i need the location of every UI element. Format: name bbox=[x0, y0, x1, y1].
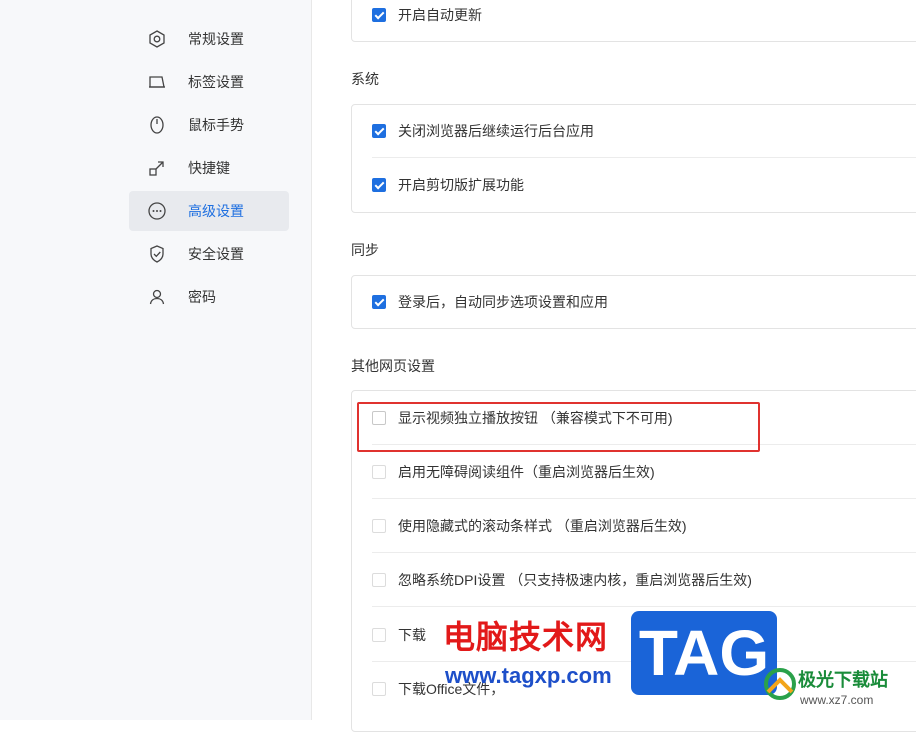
sidebar-item-mouse-gestures[interactable]: 鼠标手势 bbox=[129, 105, 289, 145]
watermark-site-name: 电脑技术网 bbox=[443, 618, 609, 656]
sidebar-item-shortcuts[interactable]: 快捷键 bbox=[129, 148, 289, 188]
sidebar-item-label: 高级设置 bbox=[188, 203, 244, 219]
list-item[interactable]: 使用隐藏式的滚动条样式 （重启浏览器后生效) bbox=[352, 500, 916, 554]
settings-content: 开启自动更新 系统 关闭浏览器后继续运行后台应用 开启剪切版扩展功能 同步 登录… bbox=[311, 0, 916, 732]
auto-update-label: 开启自动更新 bbox=[398, 7, 482, 23]
watermark-xz-url: www.xz7.com bbox=[800, 693, 874, 707]
list-item[interactable]: 开启剪切版扩展功能 bbox=[352, 159, 916, 213]
auto-update-row[interactable]: 开启自动更新 bbox=[352, 0, 916, 43]
list-item[interactable]: 忽略系统DPI设置 （只支持极速内核，重启浏览器后生效) bbox=[352, 554, 916, 608]
ignore-dpi-checkbox[interactable] bbox=[372, 573, 386, 587]
sidebar-item-label: 安全设置 bbox=[188, 246, 244, 262]
divider bbox=[372, 552, 916, 553]
sidebar-item-tabs[interactable]: 标签设置 bbox=[129, 62, 289, 102]
highlight-box bbox=[357, 402, 760, 452]
list-item[interactable]: 登录后，自动同步选项设置和应用 bbox=[352, 276, 916, 330]
shield-check-icon bbox=[147, 244, 167, 264]
sidebar-item-label: 标签设置 bbox=[188, 74, 244, 90]
hidden-scrollbar-label: 使用隐藏式的滚动条样式 （重启浏览器后生效) bbox=[398, 518, 687, 534]
list-item[interactable]: 关闭浏览器后继续运行后台应用 bbox=[352, 105, 916, 159]
download-open-label: 下载 bbox=[398, 627, 426, 643]
system-card: 关闭浏览器后继续运行后台应用 开启剪切版扩展功能 bbox=[351, 104, 916, 213]
section-title-system: 系统 bbox=[351, 71, 379, 87]
sync-card: 登录后，自动同步选项设置和应用 bbox=[351, 275, 916, 329]
section-title-sync: 同步 bbox=[351, 242, 379, 258]
list-item[interactable]: 启用无障碍阅读组件（重启浏览器后生效) bbox=[352, 446, 916, 500]
hidden-scrollbar-checkbox[interactable] bbox=[372, 519, 386, 533]
divider bbox=[372, 606, 916, 607]
sidebar-item-passwords[interactable]: 密码 bbox=[129, 277, 289, 317]
tab-icon bbox=[147, 72, 167, 92]
watermark-site-url: www.tagxp.com bbox=[445, 663, 612, 688]
clipboard-extension-checkbox[interactable] bbox=[372, 178, 386, 192]
sidebar-item-label: 快捷键 bbox=[188, 160, 230, 176]
background-apps-checkbox[interactable] bbox=[372, 124, 386, 138]
sidebar-item-security[interactable]: 安全设置 bbox=[129, 234, 289, 274]
download-office-checkbox[interactable] bbox=[372, 682, 386, 696]
sidebar-item-advanced[interactable]: 高级设置 bbox=[129, 191, 289, 231]
more-circle-icon bbox=[147, 201, 167, 221]
auto-sync-checkbox[interactable] bbox=[372, 295, 386, 309]
sidebar-item-label: 常规设置 bbox=[188, 31, 244, 47]
clipboard-extension-label: 开启剪切版扩展功能 bbox=[398, 177, 524, 193]
mouse-icon bbox=[147, 115, 167, 135]
watermark-xz-name: 极光下载站 bbox=[798, 670, 888, 691]
tag-logo: TAG bbox=[631, 611, 777, 695]
update-card: 开启自动更新 bbox=[351, 0, 916, 42]
divider bbox=[372, 157, 916, 158]
sidebar-item-label: 鼠标手势 bbox=[188, 117, 244, 133]
shortcut-arrow-icon bbox=[147, 158, 167, 178]
sidebar-item-label: 密码 bbox=[188, 289, 216, 305]
ignore-dpi-label: 忽略系统DPI设置 （只支持极速内核，重启浏览器后生效) bbox=[398, 572, 752, 588]
download-open-checkbox[interactable] bbox=[372, 628, 386, 642]
accessibility-reader-label: 启用无障碍阅读组件（重启浏览器后生效) bbox=[398, 464, 655, 480]
auto-sync-label: 登录后，自动同步选项设置和应用 bbox=[398, 294, 608, 310]
user-icon bbox=[147, 287, 167, 307]
accessibility-reader-checkbox[interactable] bbox=[372, 465, 386, 479]
divider bbox=[372, 498, 916, 499]
auto-update-checkbox[interactable] bbox=[372, 8, 386, 22]
hexagon-gear-icon bbox=[147, 29, 167, 49]
section-title-other-web: 其他网页设置 bbox=[351, 358, 435, 374]
sidebar-item-general[interactable]: 常规设置 bbox=[129, 19, 289, 59]
settings-sidebar: 常规设置 标签设置 鼠标手势 快捷键 高级设置 安全设置 密码 bbox=[0, 0, 312, 720]
background-apps-label: 关闭浏览器后继续运行后台应用 bbox=[398, 123, 594, 139]
